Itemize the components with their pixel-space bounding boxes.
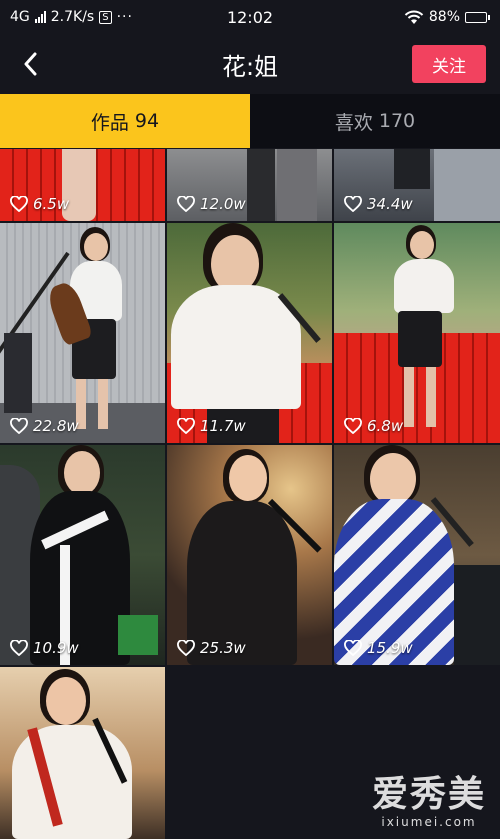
more-dots: ···	[116, 9, 133, 25]
video-thumbnail[interactable]: 34.4w	[334, 149, 500, 221]
like-count: 11.7w	[177, 417, 246, 435]
heart-icon	[177, 196, 195, 212]
video-thumbnail[interactable]: 25.3w	[167, 445, 332, 665]
video-thumbnail[interactable]: 11.7w	[167, 223, 332, 443]
heart-icon	[344, 196, 362, 212]
app-screen: 4G 2.7K/s S ··· 12:02 88% 花:姐 关注 作品 94 喜…	[0, 0, 500, 839]
watermark: 爱秀美 ixiumei.com	[372, 765, 486, 829]
video-thumbnail[interactable]: 12.0w	[167, 149, 332, 221]
heart-icon	[10, 418, 28, 434]
status-left: 4G 2.7K/s S ···	[10, 9, 133, 25]
like-count-value: 22.8w	[33, 417, 79, 435]
heart-icon	[177, 418, 195, 434]
follow-button[interactable]: 关注	[412, 45, 486, 83]
network-type: 4G	[10, 9, 30, 25]
tab-likes[interactable]: 喜欢 170	[250, 94, 500, 148]
like-count-value: 6.5w	[33, 195, 70, 213]
like-count: 15.9w	[344, 639, 413, 657]
video-thumbnail[interactable]: 22.8w	[0, 223, 165, 443]
like-count: 25.3w	[177, 639, 246, 657]
like-count-value: 11.7w	[200, 417, 246, 435]
video-thumbnail[interactable]: 10.9w	[0, 445, 165, 665]
battery-icon	[465, 11, 490, 23]
tab-works-label: 作品	[90, 111, 129, 134]
like-count: 12.0w	[177, 195, 246, 213]
nav-bar: 花:姐 关注	[0, 34, 500, 94]
profile-tabs: 作品 94 喜欢 170	[0, 94, 500, 148]
watermark-main: 爱秀美	[371, 773, 486, 815]
heart-icon	[344, 418, 362, 434]
like-count-value: 6.8w	[367, 417, 404, 435]
heart-icon	[10, 196, 28, 212]
network-speed: 2.7K/s	[50, 9, 95, 25]
tab-likes-label: 喜欢	[334, 111, 373, 134]
video-grid: 6.5w 12.0w 34.4w 22.8w 11.7w 6.8w 10.9w …	[0, 149, 500, 839]
like-count-value: 15.9w	[367, 639, 413, 657]
like-count: 10.9w	[10, 639, 79, 657]
status-right: 88%	[404, 9, 490, 25]
video-thumbnail[interactable]: 15.9w	[334, 445, 500, 665]
like-count-value: 10.9w	[33, 639, 79, 657]
like-count: 6.8w	[344, 417, 403, 435]
video-thumbnail[interactable]: 6.8w	[334, 223, 500, 443]
heart-icon	[344, 640, 362, 656]
tab-works-count: 94	[134, 110, 160, 132]
like-count-value: 12.0w	[200, 195, 246, 213]
video-thumbnail[interactable]	[0, 667, 165, 839]
heart-icon	[177, 640, 195, 656]
watermark-sub: ixiumei.com	[381, 815, 477, 829]
tab-likes-count: 170	[378, 110, 416, 132]
s-badge-icon: S	[99, 10, 112, 24]
like-count-value: 34.4w	[367, 195, 413, 213]
video-thumbnail[interactable]: 6.5w	[0, 149, 165, 221]
battery-percent: 88%	[428, 9, 460, 25]
like-count-value: 25.3w	[200, 639, 246, 657]
like-count: 34.4w	[344, 195, 413, 213]
tab-works[interactable]: 作品 94	[0, 94, 250, 148]
heart-icon	[10, 640, 28, 656]
wifi-icon	[404, 10, 424, 24]
like-count: 6.5w	[10, 195, 69, 213]
signal-icon	[34, 11, 46, 23]
like-count: 22.8w	[10, 417, 79, 435]
status-bar: 4G 2.7K/s S ··· 12:02 88%	[0, 0, 500, 34]
